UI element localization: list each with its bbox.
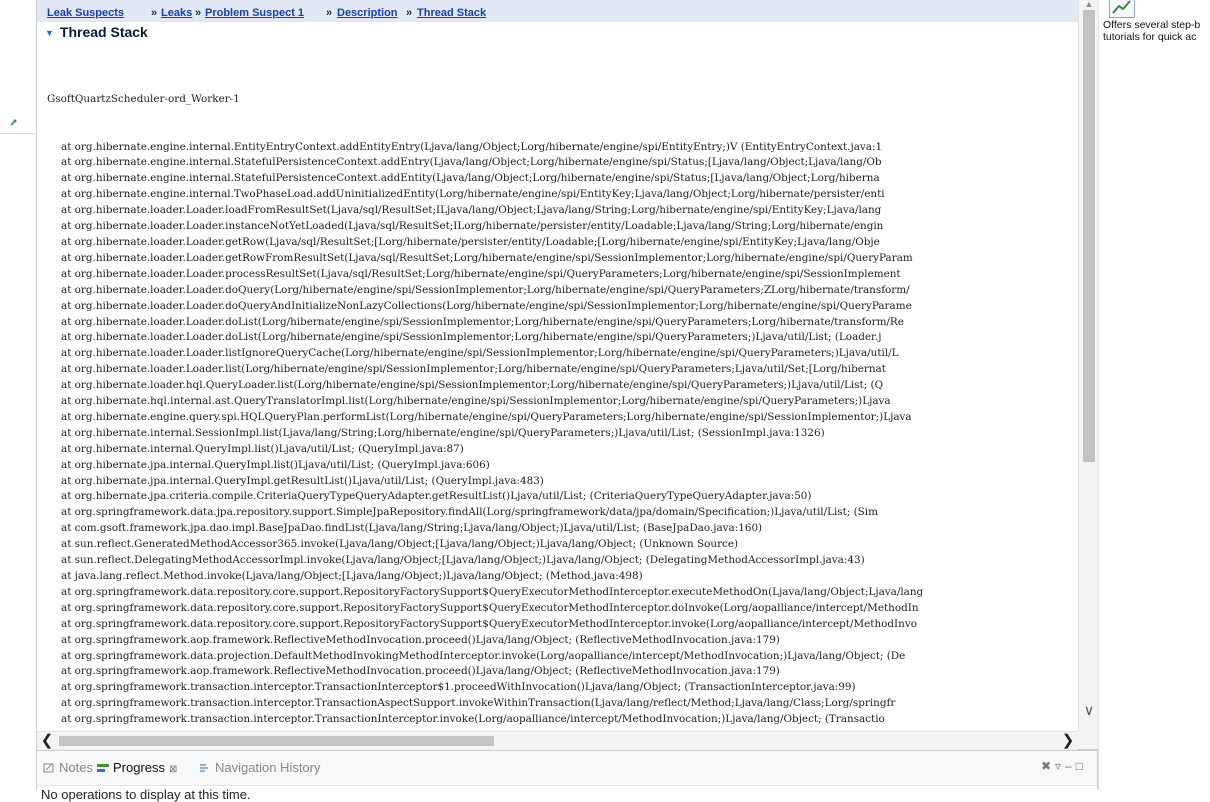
stack-frame: at org.hibernate.loader.Loader.getRow(Lj… [61, 235, 880, 248]
cheatsheet-panel: Offers several step-b tutorials for quic… [1098, 0, 1210, 790]
horizontal-scrollbar[interactable]: ❮ ❯ [37, 731, 1078, 750]
breadcrumb-link-problem-suspect-1[interactable]: Problem Suspect 1 [205, 7, 304, 19]
scroll-down-icon[interactable]: ∨ [1079, 700, 1099, 720]
scroll-right-icon[interactable]: ❯ [1058, 732, 1078, 750]
stack-frame: at org.hibernate.engine.query.spi.HQLQue… [61, 410, 912, 423]
stack-frame: at org.hibernate.hql.internal.ast.QueryT… [61, 395, 891, 408]
breadcrumb-link-leak-suspects[interactable]: Leak Suspects [47, 7, 124, 19]
stack-frame: at org.springframework.data.projection.D… [61, 649, 906, 662]
stack-frame: at com.gsoft.framework.jpa.dao.impl.Base… [61, 522, 763, 535]
tab-progress[interactable]: Progress ⊠ [97, 760, 177, 775]
tab-navigation-history[interactable]: Navigation History [199, 760, 321, 775]
description-line-1: Offers several step-b [1103, 19, 1201, 31]
small-leaf-icon [10, 119, 17, 126]
tutorial-chart-icon [1109, 0, 1135, 18]
stack-frame: at org.hibernate.internal.SessionImpl.li… [61, 426, 825, 439]
tutorial-description: Offers several step-b tutorials for quic… [1103, 19, 1210, 43]
stack-frame: at org.hibernate.jpa.criteria.compile.Cr… [61, 490, 812, 503]
stack-frame: at org.hibernate.engine.internal.TwoPhas… [61, 188, 885, 201]
breadcrumb: Leak Suspects » Leaks » Problem Suspect … [37, 0, 1078, 22]
stack-frame: at org.hibernate.loader.Loader.doList(Lo… [61, 331, 882, 344]
stack-frame: at org.hibernate.engine.internal.Statefu… [61, 156, 882, 169]
breadcrumb-link-thread-stack[interactable]: Thread Stack [417, 7, 486, 19]
stack-frame: at org.hibernate.loader.Loader.doList(Lo… [61, 315, 904, 328]
breadcrumb-separator: » [326, 7, 333, 19]
stack-frame: at org.hibernate.loader.Loader.getRowFro… [61, 251, 913, 264]
section-header[interactable]: ▼ Thread Stack [45, 24, 148, 40]
tab-notes[interactable]: Notes [43, 760, 93, 775]
stack-frame: at org.hibernate.loader.Loader.instanceN… [61, 220, 884, 233]
no-operations-message: No operations to display at this time. [41, 787, 251, 802]
thread-name: GsoftQuartzScheduler-ord_Worker-1 [47, 92, 240, 105]
stack-frame: at org.hibernate.loader.Loader.listIgnor… [61, 347, 899, 360]
breadcrumb-link-leaks[interactable]: Leaks [161, 7, 192, 19]
stack-frame: at org.hibernate.jpa.internal.QueryImpl.… [61, 474, 544, 487]
vertical-scroll-thumb[interactable] [1083, 10, 1095, 462]
stack-frame: at sun.reflect.DelegatingMethodAccessorI… [61, 554, 865, 567]
tab-label: Notes [59, 760, 93, 775]
thread-stack-text: GsoftQuartzScheduler-ord_Worker-1 at org… [45, 60, 1075, 728]
stack-frame: at org.springframework.aop.framework.Ref… [61, 633, 780, 646]
stack-frame: at org.hibernate.engine.internal.Statefu… [61, 172, 880, 185]
maximize-icon[interactable]: □ [1076, 759, 1087, 773]
stack-frame: at sun.reflect.GeneratedMethodAccessor36… [61, 538, 739, 551]
stack-frame: at org.hibernate.loader.Loader.loadFromR… [61, 204, 882, 217]
vertical-scrollbar[interactable]: ▲ ∨ [1078, 0, 1099, 731]
stack-frame: at org.hibernate.jpa.internal.QueryImpl.… [61, 458, 490, 471]
stack-frame: at org.springframework.aop.framework.Ref… [61, 665, 780, 678]
remove-all-finished-icon[interactable]: ✖ [1041, 759, 1055, 773]
close-icon[interactable]: ⊠ [169, 764, 177, 775]
section-title: Thread Stack [59, 24, 148, 40]
stack-frame: at org.hibernate.loader.Loader.list(Lorg… [61, 363, 886, 376]
stack-frame: at org.springframework.data.repository.c… [61, 601, 919, 614]
left-panel-strip [0, 0, 36, 750]
view-menu-icon[interactable]: ▿ [1055, 759, 1065, 773]
view-toolbar: ✖▿‒□ [1041, 759, 1087, 773]
stack-frame: at org.springframework.transaction.inter… [61, 697, 896, 710]
description-line-2: tutorials for quick ac [1103, 31, 1197, 43]
stack-frame: at java.lang.reflect.Method.invoke(Ljava… [61, 570, 643, 582]
breadcrumb-separator: » [151, 7, 158, 19]
notes-icon [43, 763, 54, 773]
breadcrumb-link-description[interactable]: Description [337, 7, 398, 19]
stack-frame: at org.hibernate.internal.QueryImpl.list… [61, 442, 464, 455]
divider [0, 133, 36, 134]
scroll-left-icon[interactable]: ❮ [37, 732, 57, 750]
stack-frame: at org.hibernate.engine.internal.EntityE… [61, 140, 883, 153]
breadcrumb-separator: » [406, 7, 413, 19]
stack-frame: at org.hibernate.loader.hql.QueryLoader.… [61, 379, 884, 392]
tab-label: Progress [113, 760, 166, 775]
stack-frame: at org.hibernate.loader.Loader.doQueryAn… [61, 299, 912, 312]
progress-icon [97, 764, 109, 772]
bottom-tab-bar: Notes Progress ⊠ Navigation History ✖▿‒□ [37, 751, 1097, 786]
stack-frame: at org.springframework.data.jpa.reposito… [61, 506, 878, 519]
tab-label: Navigation History [215, 760, 321, 775]
stack-frame: at org.springframework.data.repository.c… [61, 617, 917, 630]
breadcrumb-separator: » [195, 7, 202, 19]
stack-frame: at org.hibernate.loader.Loader.doQuery(L… [61, 283, 910, 296]
stack-frame: at org.springframework.transaction.inter… [61, 681, 856, 694]
horizontal-scroll-thumb[interactable] [59, 736, 494, 746]
stack-frame: at org.springframework.data.repository.c… [61, 585, 924, 598]
minimize-icon[interactable]: ‒ [1065, 759, 1076, 773]
twisty-expanded-icon[interactable]: ▼ [45, 28, 54, 38]
scroll-up-icon[interactable]: ▲ [1079, 0, 1099, 9]
stack-frame: at org.springframework.transaction.inter… [61, 713, 885, 726]
bottom-panel: Notes Progress ⊠ Navigation History ✖▿‒□ … [36, 750, 1098, 802]
navigation-history-icon [200, 764, 208, 772]
scrollbar-corner [1078, 731, 1098, 749]
stack-frame: at org.hibernate.loader.Loader.processRe… [61, 267, 901, 280]
thread-stack-view: Leak Suspects » Leaks » Problem Suspect … [36, 0, 1099, 750]
